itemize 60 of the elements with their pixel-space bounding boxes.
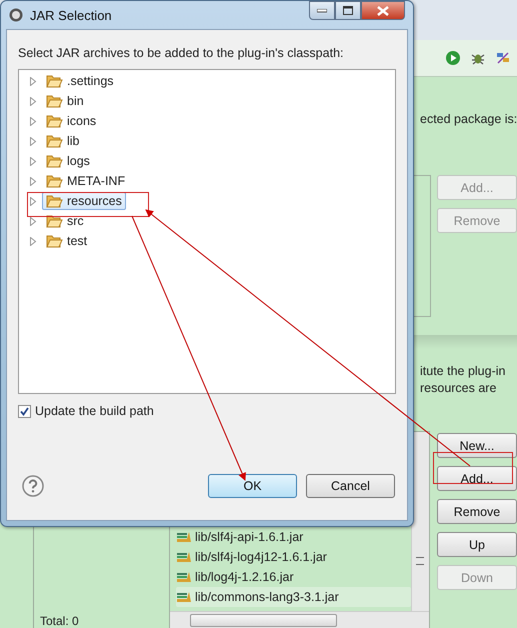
classpath-description: itute the plug-in <box>420 363 506 380</box>
jar-icon <box>176 570 192 584</box>
window-title: JAR Selection <box>30 8 113 22</box>
expander-icon[interactable] <box>29 136 37 146</box>
library-item[interactable]: lib/commons-lang3-3.1.jar <box>176 587 411 607</box>
folder-icon <box>46 114 63 128</box>
tree-item[interactable]: META-INF <box>42 172 130 190</box>
expander-icon[interactable] <box>29 76 37 86</box>
vertical-scrollbar[interactable] <box>411 432 429 611</box>
folder-icon <box>46 134 63 148</box>
tools-icon[interactable] <box>495 50 511 66</box>
folder-icon <box>46 234 63 248</box>
package-label: ected package is: <box>420 111 517 128</box>
dialog-message: Select JAR archives to be added to the plug-in's classpath: <box>18 46 344 60</box>
expander-icon[interactable] <box>29 236 37 246</box>
dialog-button[interactable]: OK <box>208 474 297 498</box>
maximize-button[interactable] <box>335 1 361 20</box>
expander-icon[interactable] <box>29 176 37 186</box>
total-label: Total: 0 <box>40 615 80 628</box>
expander-icon[interactable] <box>29 116 37 126</box>
horizontal-scrollbar[interactable] <box>170 611 429 628</box>
minimize-icon <box>317 8 327 12</box>
jar-icon <box>176 530 192 544</box>
close-icon <box>377 6 389 16</box>
minimize-button[interactable] <box>309 1 335 20</box>
library-item[interactable]: lib/slf4j-api-1.6.1.jar <box>176 527 411 547</box>
side-button[interactable]: Up <box>437 532 517 557</box>
folder-icon <box>46 214 63 228</box>
tree-item[interactable]: resources <box>42 192 126 210</box>
side-button[interactable]: New... <box>437 433 517 458</box>
checkbox-label: Update the build path <box>35 404 154 418</box>
help-icon[interactable] <box>22 475 44 497</box>
side-button[interactable]: Add... <box>437 466 517 491</box>
library-item[interactable]: lib/log4j-1.2.16.jar <box>176 567 411 587</box>
maximize-icon <box>343 6 353 15</box>
tree-item[interactable]: src <box>42 212 88 230</box>
tree-item[interactable]: test <box>42 232 92 250</box>
tree-item[interactable]: logs <box>42 152 94 170</box>
library-item[interactable]: lib/slf4j-log4j12-1.6.1.jar <box>176 547 411 567</box>
folder-icon <box>46 174 63 188</box>
folder-icon <box>46 74 63 88</box>
tree-item[interactable]: bin <box>42 92 88 110</box>
expander-icon[interactable] <box>29 96 37 106</box>
expander-icon[interactable] <box>29 156 37 166</box>
folder-icon <box>46 194 63 208</box>
side-button[interactable]: Remove <box>437 499 517 524</box>
expander-icon[interactable] <box>29 216 37 226</box>
dialog-button[interactable]: Cancel <box>306 474 395 498</box>
run-icon[interactable] <box>445 50 461 66</box>
folder-icon <box>46 94 63 108</box>
classpath-description: resources are <box>420 380 496 397</box>
tree-item[interactable]: lib <box>42 132 84 150</box>
tree-item[interactable]: icons <box>42 112 100 130</box>
folder-icon <box>46 154 63 168</box>
expander-icon[interactable] <box>29 196 37 206</box>
close-button[interactable] <box>361 1 405 20</box>
checkbox[interactable] <box>18 404 31 418</box>
tree-item[interactable]: .settings <box>42 72 118 90</box>
jar-icon <box>176 590 192 604</box>
jar-icon <box>176 550 192 564</box>
